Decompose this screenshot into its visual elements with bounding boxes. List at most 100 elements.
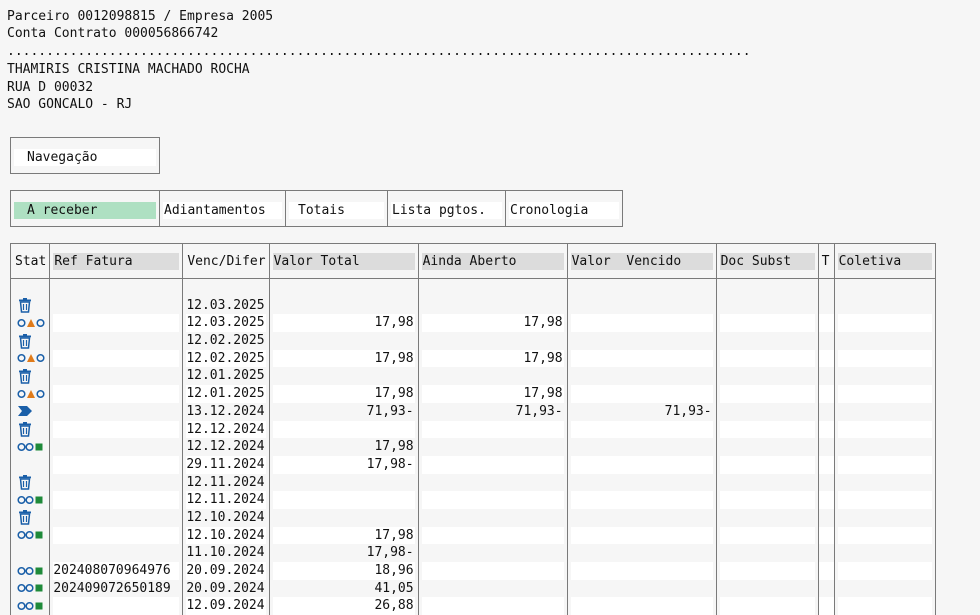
cell-vencido[interactable] [566,420,717,439]
cell-coletiva[interactable] [833,526,936,545]
cell-total[interactable]: 71,93- [268,402,419,421]
cell-ref[interactable] [49,597,184,615]
cell-doc[interactable] [715,438,819,456]
table-row[interactable]: 12.02.2025 [9,332,936,350]
cell-doc[interactable] [715,296,819,315]
cell-stat[interactable] [9,420,51,439]
cell-stat[interactable] [9,473,51,492]
table-row[interactable]: 12.11.2024 [9,473,936,492]
cell-coletiva[interactable] [833,314,936,333]
cell-t[interactable] [817,367,835,386]
cell-venc[interactable]: 12.02.2025 [182,332,270,350]
cell-coletiva[interactable] [833,349,936,368]
cell-total[interactable]: 17,98 [268,526,419,545]
cell-stat[interactable] [9,385,51,403]
cell-vencido[interactable] [566,349,717,368]
col-header-venc-difer[interactable]: Venc/Difer [182,243,270,279]
cell-ref[interactable] [49,526,184,545]
table-row[interactable]: 12.12.2024 [9,420,936,439]
cell-venc[interactable]: 12.02.2025 [182,349,270,368]
cell-aberto[interactable]: 17,98 [417,349,568,368]
cell-doc[interactable] [715,597,819,615]
cell-total[interactable]: 17,98- [268,544,419,562]
table-row[interactable]: 12.01.2025 [9,367,936,386]
circle-circle-square-icon[interactable] [17,492,45,507]
cell-total[interactable]: 41,05 [268,579,419,598]
cell-aberto[interactable] [417,473,568,492]
cell-stat[interactable] [9,491,51,509]
cell-aberto[interactable] [417,332,568,350]
circle-triangle-circle-icon[interactable] [17,315,45,330]
cell-vencido[interactable] [566,314,717,333]
cell-vencido[interactable] [566,526,717,545]
cell-venc[interactable]: 20.09.2024 [182,579,270,598]
col-header-stat[interactable]: Stat [9,243,51,279]
cell-t[interactable] [817,579,835,598]
cell-doc[interactable] [715,314,819,333]
table-row[interactable]: 202408070964976 20.09.2024 18,96 [9,562,936,580]
cell-coletiva[interactable] [833,332,936,350]
cell-vencido[interactable] [566,508,717,527]
col-header-t[interactable]: T [817,243,835,279]
cell-stat[interactable] [9,402,51,421]
cell-doc[interactable] [715,420,819,439]
trash-icon[interactable] [17,475,33,490]
cell-t[interactable] [817,491,835,509]
cell-venc[interactable]: 12.10.2024 [182,508,270,527]
cell-t[interactable] [817,402,835,421]
cell-venc[interactable]: 12.10.2024 [182,526,270,545]
cell-coletiva[interactable] [833,597,936,615]
cell-stat[interactable] [9,544,51,562]
cell-total[interactable] [268,491,419,509]
cell-t[interactable] [817,526,835,545]
cell-vencido[interactable] [566,544,717,562]
cell-ref[interactable] [49,473,184,492]
tab-cronologia[interactable]: Cronologia [506,191,622,227]
cell-aberto[interactable] [417,544,568,562]
cell-total[interactable] [268,367,419,386]
cell-stat[interactable] [9,508,51,527]
cell-stat[interactable] [9,349,51,368]
cell-vencido[interactable] [566,367,717,386]
table-row[interactable]: 12.02.2025 17,98 17,98 [9,349,936,368]
cell-stat[interactable] [9,455,51,474]
cell-doc[interactable] [715,544,819,562]
cell-venc[interactable]: 11.10.2024 [182,544,270,562]
table-row[interactable]: 12.12.2024 17,98 [9,438,936,456]
cell-coletiva[interactable] [833,508,936,527]
cell-doc[interactable] [715,579,819,598]
cell-stat[interactable] [9,438,51,456]
cell-total[interactable]: 17,98 [268,385,419,403]
cell-doc[interactable] [715,508,819,527]
cell-aberto[interactable] [417,296,568,315]
cell-t[interactable] [817,332,835,350]
cell-t[interactable] [817,438,835,456]
cell-stat[interactable] [9,526,51,545]
cell-ref[interactable] [49,332,184,350]
cell-vencido[interactable] [566,332,717,350]
cell-stat[interactable] [9,314,51,333]
cell-aberto[interactable]: 71,93- [417,402,568,421]
cell-aberto[interactable] [417,562,568,580]
trash-icon[interactable] [17,368,33,384]
cell-venc[interactable]: 29.11.2024 [182,455,270,474]
col-header-valor-vencido[interactable]: Valor Vencido [566,243,717,279]
cell-coletiva[interactable] [833,438,936,456]
cell-ref[interactable] [49,349,184,368]
cell-ref[interactable] [49,402,184,421]
cell-ref[interactable]: 202409072650189 [49,579,184,598]
trash-icon[interactable] [17,298,33,313]
cell-ref[interactable] [49,314,184,333]
cell-vencido[interactable] [566,455,717,474]
circle-triangle-circle-icon[interactable] [17,386,45,401]
cell-coletiva[interactable] [833,367,936,386]
cell-total[interactable] [268,296,419,315]
table-row[interactable]: 12.09.2024 26,88 [9,597,936,615]
cell-aberto[interactable] [417,491,568,509]
cell-total[interactable]: 17,98 [268,314,419,333]
cell-ref[interactable] [49,367,184,386]
table-row[interactable]: 11.10.2024 17,98- [9,544,936,562]
cell-venc[interactable]: 12.12.2024 [182,438,270,456]
cell-coletiva[interactable] [833,455,936,474]
cell-venc[interactable]: 12.09.2024 [182,597,270,615]
